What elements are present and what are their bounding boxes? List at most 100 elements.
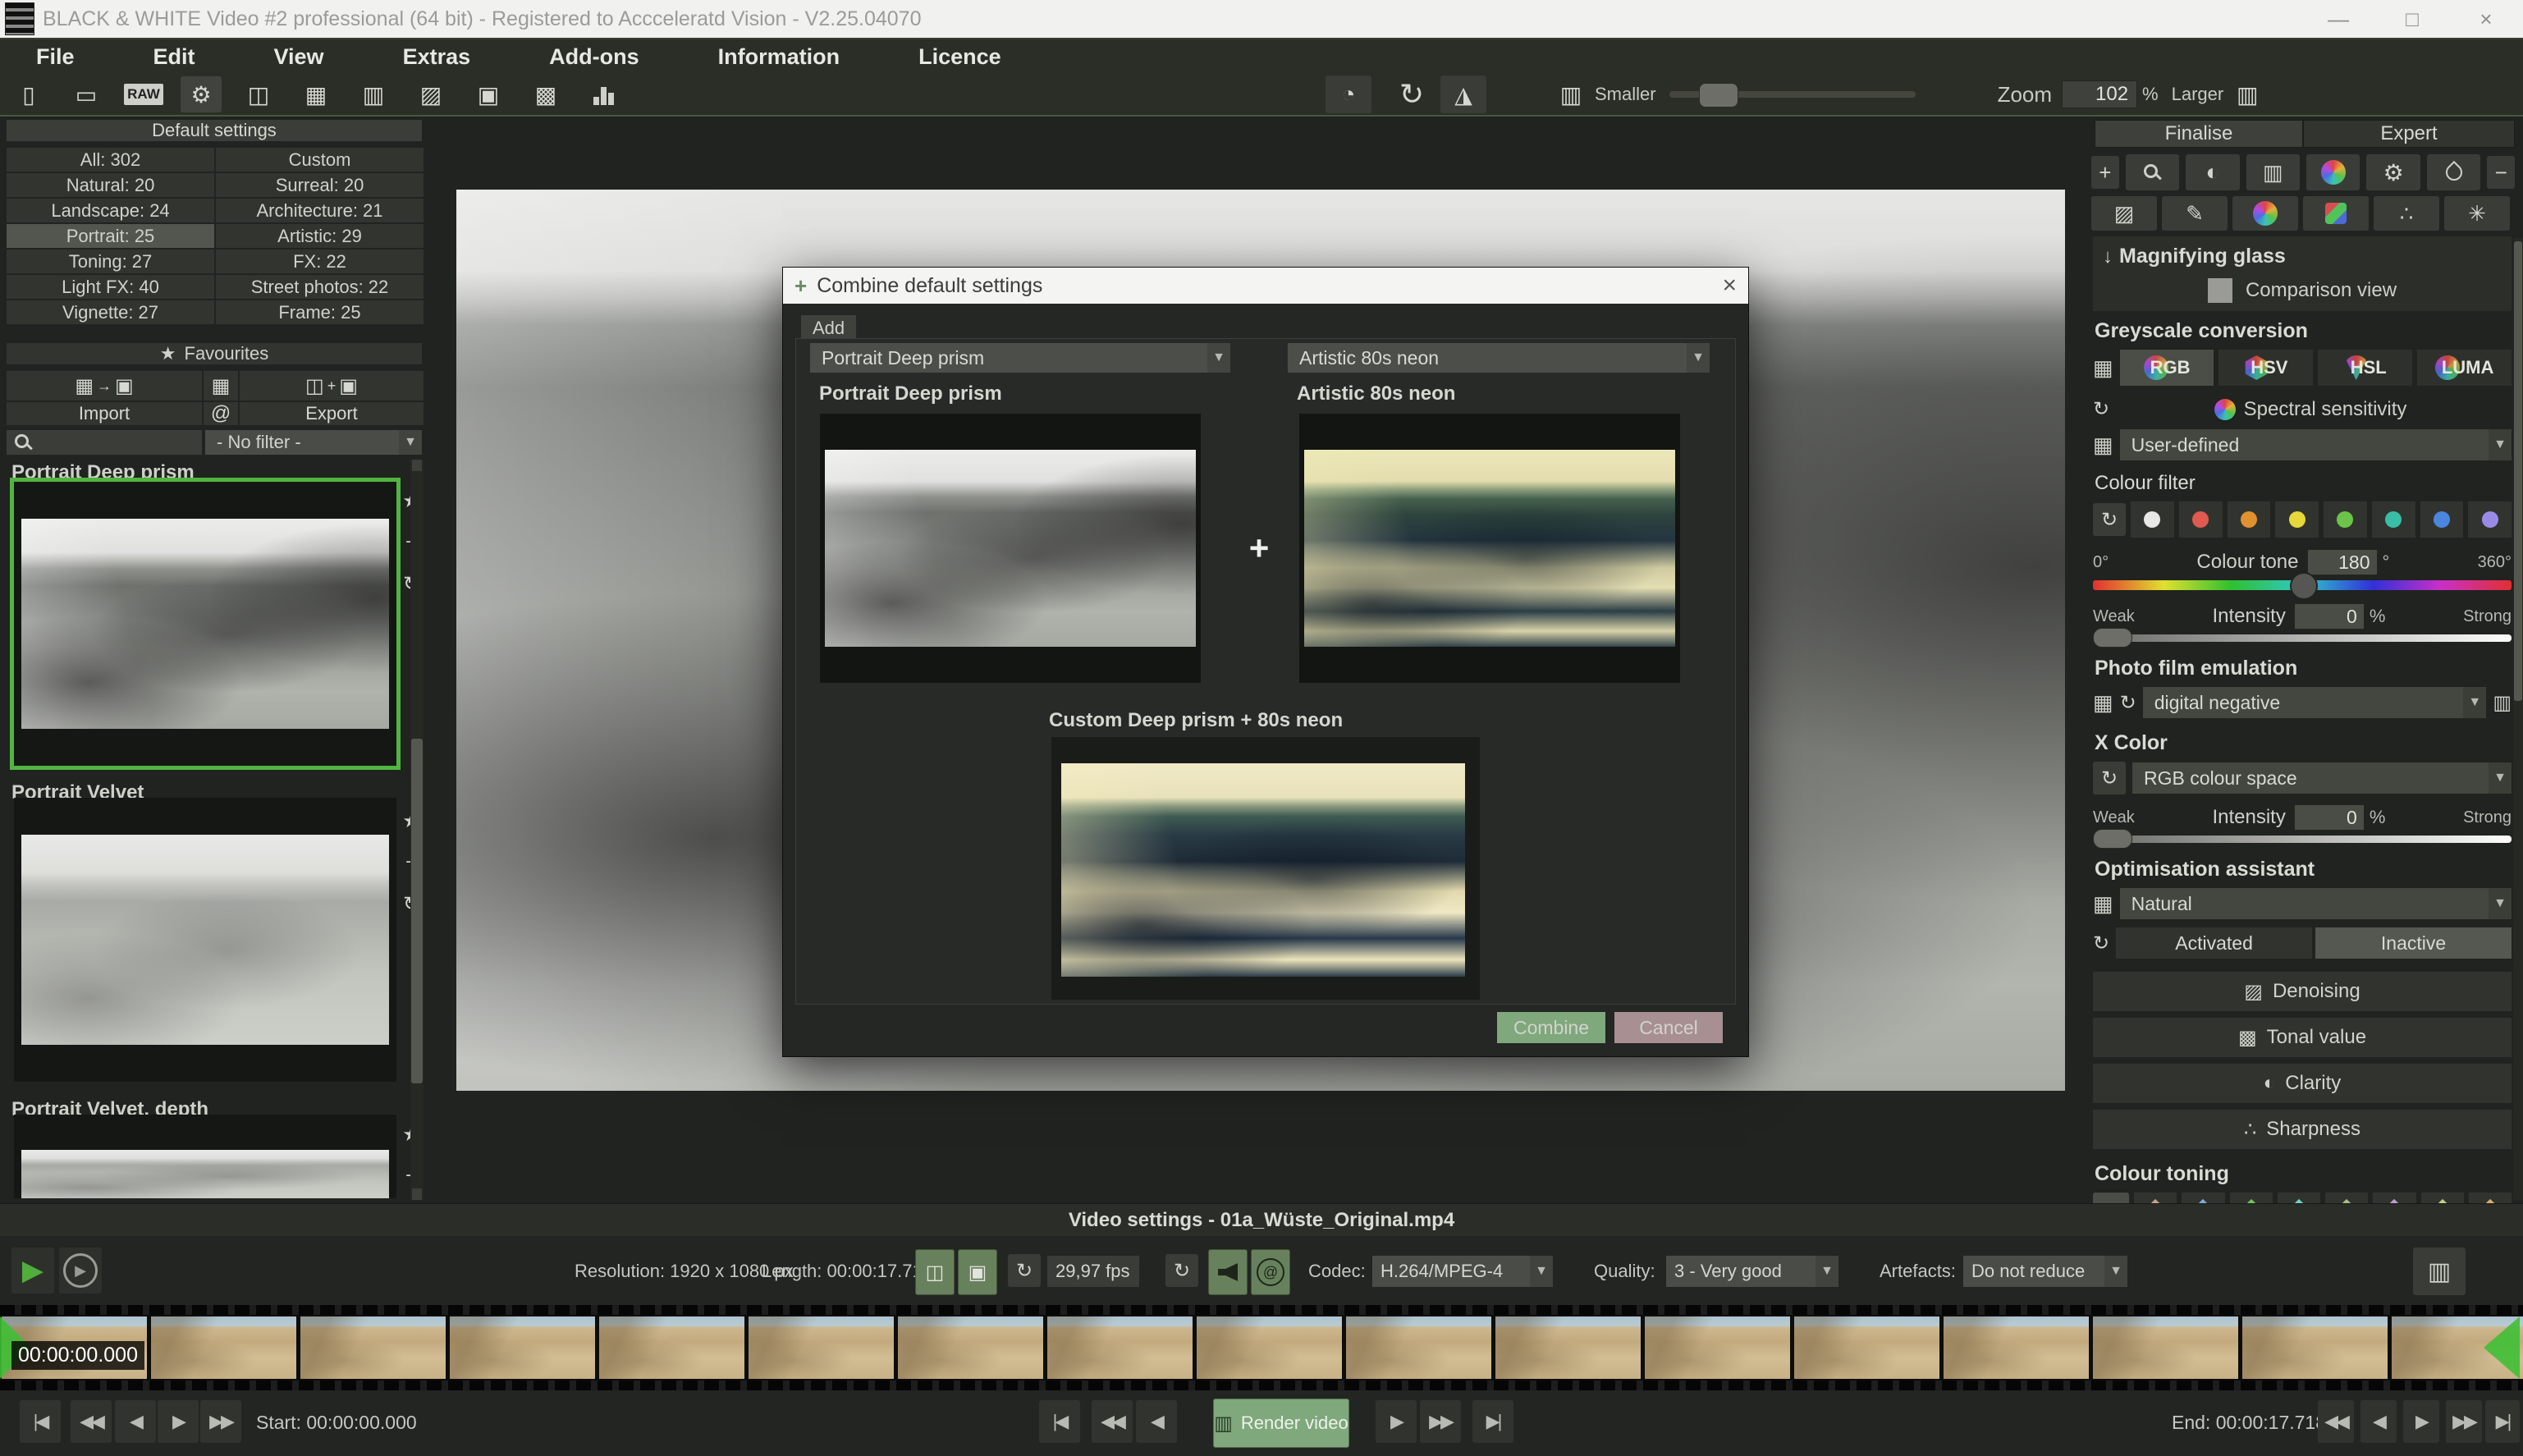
zoom-slider[interactable] (1669, 91, 1916, 98)
film-canister-icon[interactable]: ▥ (2246, 154, 2300, 190)
preset-search-icon[interactable]: ▦ (204, 371, 238, 401)
end-goto-button[interactable]: ▶| (2485, 1400, 2520, 1443)
new-project-icon[interactable]: ▯ (8, 76, 49, 112)
category-street[interactable]: Street photos: 22 (216, 275, 424, 299)
filter-green-button[interactable] (2324, 501, 2367, 538)
audio-button[interactable] (1208, 1249, 1248, 1295)
menu-information[interactable]: Information (718, 44, 840, 70)
category-custom[interactable]: Custom (216, 148, 424, 172)
filmstrip-frame[interactable] (2242, 1316, 2388, 1379)
activated-button[interactable]: Activated (2116, 927, 2312, 959)
droplet-tool-icon[interactable] (2427, 154, 2480, 190)
colour-wheel-icon[interactable] (2232, 196, 2298, 231)
right-panel-scrollbar[interactable] (2513, 238, 2523, 1200)
preview-play-button[interactable]: ▶ (11, 1248, 54, 1293)
filter-reset-icon[interactable]: ↻ (2093, 503, 2126, 536)
filter-yellow-button[interactable] (2275, 501, 2319, 538)
category-frame[interactable]: Frame: 25 (216, 300, 424, 324)
filmstrip-track[interactable] (0, 1305, 2523, 1390)
colour-tone-value[interactable]: 180 (2307, 549, 2378, 575)
spectral-reset-icon[interactable]: ↻ (2093, 397, 2109, 421)
mode-hsv-button[interactable]: HSV (2218, 350, 2313, 386)
category-fx[interactable]: FX: 22 (216, 250, 424, 273)
end-forward-button[interactable]: ▶▶ (2446, 1400, 2482, 1443)
export-presets-icon[interactable]: ◫+▣ (240, 371, 424, 401)
optim-dropdown[interactable]: Natural ▼ (2120, 888, 2512, 919)
frame-icon[interactable]: ▣ (468, 76, 509, 112)
aspect-toggle-button[interactable]: ▣ (958, 1249, 997, 1295)
end-rewind-button[interactable]: ◀◀ (2318, 1400, 2354, 1443)
menu-extras[interactable]: Extras (403, 44, 471, 70)
frame-export-icon[interactable]: ▥ (2413, 1248, 2466, 1295)
zoom-in-film-icon[interactable]: ▥ (2227, 76, 2268, 112)
audio-reset-icon[interactable]: ↻ (1165, 1254, 1198, 1287)
sharpness-row[interactable]: ∴ Sharpness (2093, 1110, 2512, 1149)
zoom-value-field[interactable]: 102 (2062, 80, 2137, 108)
flip-icon[interactable]: ◮ (1440, 76, 1486, 113)
filmstrip-frame[interactable] (1645, 1316, 1790, 1379)
range-rewind-button[interactable]: ◀◀ (1092, 1400, 1133, 1443)
category-vignette[interactable]: Vignette: 27 (7, 300, 214, 324)
end-play-button[interactable]: ▶ (2403, 1400, 2439, 1443)
filter-white-button[interactable] (2131, 501, 2174, 538)
pen-tool-icon[interactable]: ✎ (2162, 196, 2228, 231)
play-disabled-button[interactable]: ▶ (59, 1248, 102, 1293)
preset-2-thumbnail[interactable] (14, 798, 396, 1082)
preset-1-thumbnail[interactable] (10, 478, 401, 770)
filmstrip-frame[interactable] (1944, 1316, 2089, 1379)
filter-dropdown[interactable]: - No filter - ▼ (205, 430, 422, 455)
filmstrip-frame[interactable] (898, 1316, 1043, 1379)
inactive-button[interactable]: Inactive (2315, 927, 2512, 959)
zoom-slider-thumb[interactable] (1699, 83, 1738, 108)
import-button[interactable]: Import (7, 402, 202, 425)
contrast-tool-icon[interactable]: ◐ (2186, 154, 2239, 190)
crop-toggle-button[interactable]: ◫ (915, 1249, 955, 1295)
range-start-button[interactable]: |◀ (1039, 1400, 1080, 1443)
film-grid-icon[interactable]: ▦ (2093, 690, 2113, 716)
optim-grid-icon[interactable]: ▦ (2093, 891, 2113, 917)
preset-list-scrollbar[interactable] (410, 460, 424, 1200)
clapper-icon[interactable]: ▥ (353, 76, 394, 112)
film-reset-icon[interactable]: ↻ (2120, 691, 2136, 715)
maximize-button[interactable]: □ (2375, 1, 2449, 37)
mode-rgb-button[interactable]: RGB (2120, 350, 2214, 386)
filter-blue-button[interactable] (2420, 501, 2464, 538)
remove-filter-icon[interactable]: − (2487, 156, 2515, 189)
rgb-cube-icon[interactable] (2303, 196, 2369, 231)
import-presets-icon[interactable]: ▦→▣ (7, 371, 202, 401)
poster-icon[interactable]: ▩ (525, 76, 566, 112)
filmstrip-frame[interactable] (1197, 1316, 1342, 1379)
redo-icon[interactable]: ↻ (1391, 76, 1432, 112)
category-all[interactable]: All: 302 (7, 148, 214, 172)
filmstrip-frame[interactable] (1346, 1316, 1491, 1379)
shutter-icon[interactable]: ✳ (2444, 196, 2510, 231)
range-play-button[interactable]: ▶ (1376, 1400, 1417, 1443)
category-surreal[interactable]: Surreal: 20 (216, 173, 424, 197)
menu-file[interactable]: File (36, 44, 75, 70)
histogram-icon[interactable] (583, 76, 624, 112)
end-back-button[interactable]: ◀ (2360, 1400, 2397, 1443)
intensity-slider-thumb[interactable] (2093, 628, 2132, 648)
add-filter-icon[interactable]: + (2091, 156, 2119, 189)
go-start-button[interactable]: |◀ (20, 1400, 61, 1443)
codec-dropdown[interactable]: H.264/MPEG-4 ▼ (1372, 1256, 1553, 1287)
zoom-out-film-icon[interactable]: ▥ (1550, 76, 1591, 112)
preset-3-thumbnail[interactable] (14, 1115, 396, 1198)
minimize-button[interactable]: — (2301, 1, 2375, 37)
fps-field[interactable]: 29,97 fps (1047, 1256, 1139, 1287)
render-video-button[interactable]: ▥ Render video (1213, 1399, 1349, 1448)
sensitivity-grid-icon[interactable]: ▦ (2093, 433, 2113, 458)
artefacts-dropdown[interactable]: Do not reduce ▼ (1963, 1256, 2127, 1287)
mode-hsl-button[interactable]: HSL (2318, 350, 2412, 386)
fast-forward-button[interactable]: ▶▶ (200, 1400, 241, 1443)
collapse-arrow-icon[interactable]: ↓ (2103, 245, 2113, 268)
denoising-row[interactable]: ▨ Denoising (2093, 972, 2512, 1011)
quality-dropdown[interactable]: 3 - Very good ▼ (1666, 1256, 1838, 1287)
category-landscape[interactable]: Landscape: 24 (7, 199, 214, 222)
step-back-button[interactable]: ◀ (115, 1400, 156, 1443)
range-end-button[interactable]: ▶| (1472, 1400, 1513, 1443)
clarity-row[interactable]: ◐ Clarity (2093, 1064, 2512, 1103)
category-natural[interactable]: Natural: 20 (7, 173, 214, 197)
category-lightfx[interactable]: Light FX: 40 (7, 275, 214, 299)
right-preset-dropdown[interactable]: Artistic 80s neon ▼ (1288, 343, 1710, 373)
